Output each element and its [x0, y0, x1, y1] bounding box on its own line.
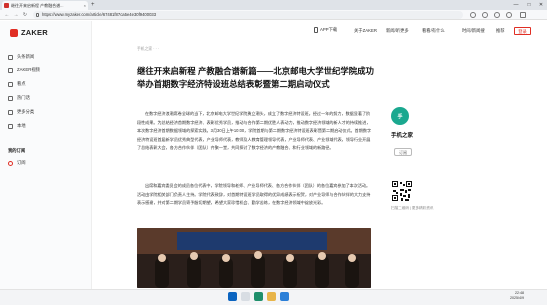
minimize-window-button[interactable]: —: [510, 0, 522, 10]
sidebar-item-label: 看点: [17, 81, 26, 86]
article-paragraph: 在数字经济浪潮席卷全球的当下，北京邮电大学世纪学院勇立潮头，成立了数字经济特设班…: [137, 111, 372, 150]
search-icon[interactable]: [241, 292, 250, 301]
article-paragraph: 出席和嘉宾委员会的成员各位代表中，学院领导和老师、产业导师代表、各方合作伙伴（团…: [137, 183, 371, 205]
tab-title: 继往开来启新程 产教融合谱...: [11, 2, 64, 8]
sidebar-item-local[interactable]: 本地: [8, 121, 26, 131]
new-tab-button[interactable]: +: [91, 1, 95, 9]
sidebar-item-subscribe[interactable]: 订阅: [8, 158, 26, 168]
nav-link-search[interactable]: 时间/新闻搜: [462, 28, 485, 34]
system-clock[interactable]: 22:48 2025/4/9: [510, 291, 524, 301]
start-menu-icon[interactable]: [228, 292, 237, 301]
eye-icon: [8, 81, 13, 87]
sidebar-item-headline[interactable]: 头条新闻: [8, 52, 34, 62]
maximize-window-button[interactable]: □: [523, 0, 535, 10]
site-logo-text: ZAKER: [21, 28, 48, 37]
video-icon: [8, 67, 13, 73]
sidebar-item-kandian[interactable]: 看点: [8, 79, 26, 89]
store-icon[interactable]: [280, 292, 289, 301]
zaker-logo-icon: [10, 28, 18, 37]
nav-link-news[interactable]: 新闻/听更多: [386, 28, 409, 34]
login-button[interactable]: 登录: [514, 27, 531, 35]
phone-icon: [314, 27, 318, 33]
grid-icon: [8, 109, 13, 115]
sidebar-item-label: 本地: [17, 123, 26, 128]
reload-icon[interactable]: ↻: [21, 10, 29, 20]
sidebar-item-more[interactable]: 更多分类: [8, 107, 34, 117]
sidebar-item-label: 订阅: [17, 160, 26, 165]
plus-icon: [8, 160, 13, 166]
sidebar-item-label: ZAKER视频: [17, 67, 40, 72]
profile-icon[interactable]: [494, 12, 500, 18]
collections-icon[interactable]: [482, 12, 488, 18]
back-icon[interactable]: ←: [3, 10, 11, 20]
edge-browser-icon[interactable]: [254, 292, 263, 301]
nav-link-recommend[interactable]: 推荐: [496, 28, 505, 34]
nav-link-watch[interactable]: 看看/有什么: [422, 28, 445, 34]
sidebar-item-hot[interactable]: 热门话: [8, 93, 30, 103]
file-explorer-icon[interactable]: [267, 292, 276, 301]
forward-icon[interactable]: →: [12, 10, 20, 20]
sidebar-item-label: 更多分类: [17, 109, 35, 114]
subscription-heading: 我的订阅: [8, 148, 26, 153]
article-photo: [137, 228, 371, 288]
headline-icon: [8, 54, 13, 60]
sidebar-item-label: 热门话: [17, 95, 30, 100]
qr-code-icon: [391, 180, 413, 202]
subscribe-button[interactable]: 订阅: [394, 148, 412, 156]
breadcrumb: 手机之家 · · ·: [137, 47, 160, 51]
author-avatar[interactable]: 手: [391, 107, 409, 125]
article-title: 继往开来启新程 产教融合谱新篇——北京邮电大学世纪学院成功举办首期数字经济特设班…: [137, 66, 374, 89]
fire-icon: [8, 95, 13, 101]
lock-icon: [36, 13, 39, 17]
qr-caption: 扫描二维码 | 更多精彩资讯: [391, 206, 434, 210]
clock-date: 2025/4/9: [510, 296, 524, 300]
author-name[interactable]: 手机之家: [391, 131, 413, 139]
favorites-icon[interactable]: [470, 12, 476, 18]
sidebar-item-video[interactable]: ZAKER视频: [8, 65, 40, 75]
site-favicon-icon: [4, 3, 9, 8]
tab-close-icon[interactable]: ×: [84, 3, 86, 8]
close-window-button[interactable]: ✕: [535, 0, 547, 10]
nav-link-about[interactable]: 关于ZAKER: [354, 28, 377, 34]
location-icon: [8, 123, 13, 129]
sidebar-item-label: 头条新闻: [17, 54, 35, 59]
address-input[interactable]: https://www.myzaker.com/article/67481f87…: [33, 11, 463, 19]
more-menu-icon[interactable]: [520, 12, 526, 18]
browser-tab[interactable]: 继往开来启新程 产教融合谱... ×: [2, 1, 88, 10]
author-avatar-text: 手: [397, 113, 403, 120]
site-logo[interactable]: ZAKER: [10, 28, 48, 37]
app-download-label: APP下载: [320, 27, 338, 32]
extensions-icon[interactable]: [506, 12, 512, 18]
app-download-link[interactable]: APP下载: [314, 27, 337, 33]
